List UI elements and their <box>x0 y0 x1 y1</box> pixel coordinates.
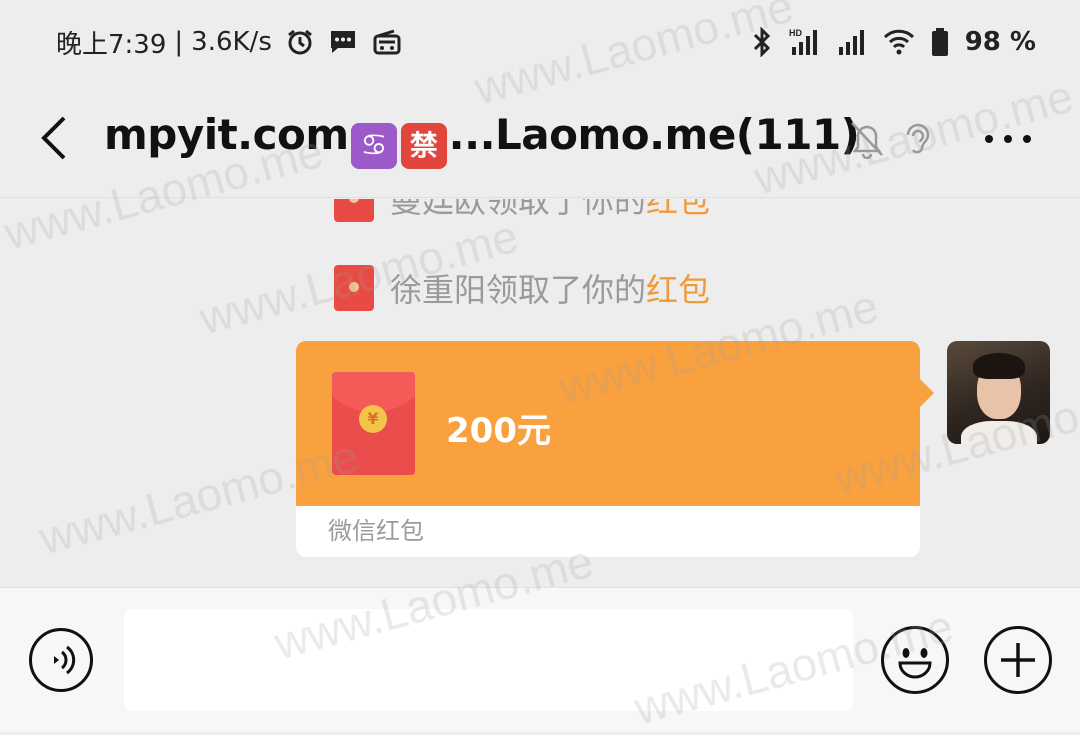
red-packet-footer: 微信红包 <box>296 506 920 557</box>
red-envelope-icon <box>334 199 374 222</box>
svg-text:HD: HD <box>789 28 802 38</box>
notice-text: 曼廷欧领取了你的 <box>390 199 647 220</box>
red-packet-body: ¥ 200元 <box>296 341 920 506</box>
back-button[interactable] <box>36 116 72 160</box>
notice-link[interactable]: 红包 <box>646 199 710 220</box>
message-input[interactable] <box>124 609 853 711</box>
plus-button[interactable] <box>984 626 1052 694</box>
more-button[interactable] <box>984 130 1032 149</box>
status-separator: | <box>174 27 184 57</box>
status-left: 晚上7:39 | 3.6K/s <box>56 24 402 61</box>
notice-link[interactable]: 红包 <box>646 271 710 309</box>
bubble-tail <box>920 379 934 407</box>
chat-header: mpyit.com ♋ 禁 ...Laomo.me(111) <box>0 84 1080 198</box>
yuan-coin-icon: ¥ <box>359 405 387 433</box>
emoji-icon <box>898 648 932 679</box>
alarm-icon <box>286 28 314 56</box>
hd-signal-icon: HD <box>789 27 821 57</box>
status-bar: 晚上7:39 | 3.6K/s HD 98 % <box>0 0 1080 84</box>
red-packet-amount: 200元 <box>446 411 551 451</box>
signal-icon <box>837 27 867 57</box>
system-notice-partial: 曼廷欧领取了你的红包 <box>334 199 710 222</box>
radio-icon <box>372 28 402 56</box>
message-list[interactable]: 曼廷欧领取了你的红包 徐重阳领取了你的红包 ¥ 200元 微信红包 <box>0 199 1080 587</box>
bluetooth-icon <box>751 27 773 57</box>
battery-percent: 98 % <box>964 27 1036 57</box>
system-notice: 徐重阳领取了你的红包 <box>334 265 710 311</box>
back-icon <box>41 116 66 160</box>
avatar[interactable] <box>947 341 1050 444</box>
wifi-icon <box>883 28 915 56</box>
chat-title-suffix: ...Laomo.me(111) <box>448 110 860 159</box>
avatar-shirt <box>961 421 1037 444</box>
notice-text: 徐重阳领取了你的 <box>390 271 647 309</box>
ear-icon <box>900 119 934 163</box>
red-packet-icon: ¥ <box>332 372 415 475</box>
input-bar <box>0 587 1080 732</box>
chat-title: mpyit.com ♋ 禁 ...Laomo.me(111) <box>104 110 860 169</box>
ban-emoji-icon: 禁 <box>400 123 447 169</box>
voice-button[interactable] <box>29 628 93 692</box>
avatar-hair <box>973 353 1025 379</box>
mute-bell-icon <box>848 119 886 163</box>
more-icon <box>985 135 1031 143</box>
red-envelope-icon <box>334 265 374 311</box>
time-label: 晚上7:39 <box>56 29 167 60</box>
plus-icon <box>1001 643 1035 677</box>
voice-icon <box>54 645 76 675</box>
cancer-emoji-icon: ♋ <box>350 123 397 169</box>
status-right: HD 98 % <box>751 27 1036 57</box>
message-icon <box>328 28 358 56</box>
chat-title-prefix: mpyit.com <box>104 110 349 159</box>
net-speed: 3.6K/s <box>191 27 272 57</box>
battery-icon <box>931 27 949 57</box>
red-packet-message[interactable]: ¥ 200元 微信红包 <box>296 341 934 557</box>
emoji-button[interactable] <box>881 626 949 694</box>
